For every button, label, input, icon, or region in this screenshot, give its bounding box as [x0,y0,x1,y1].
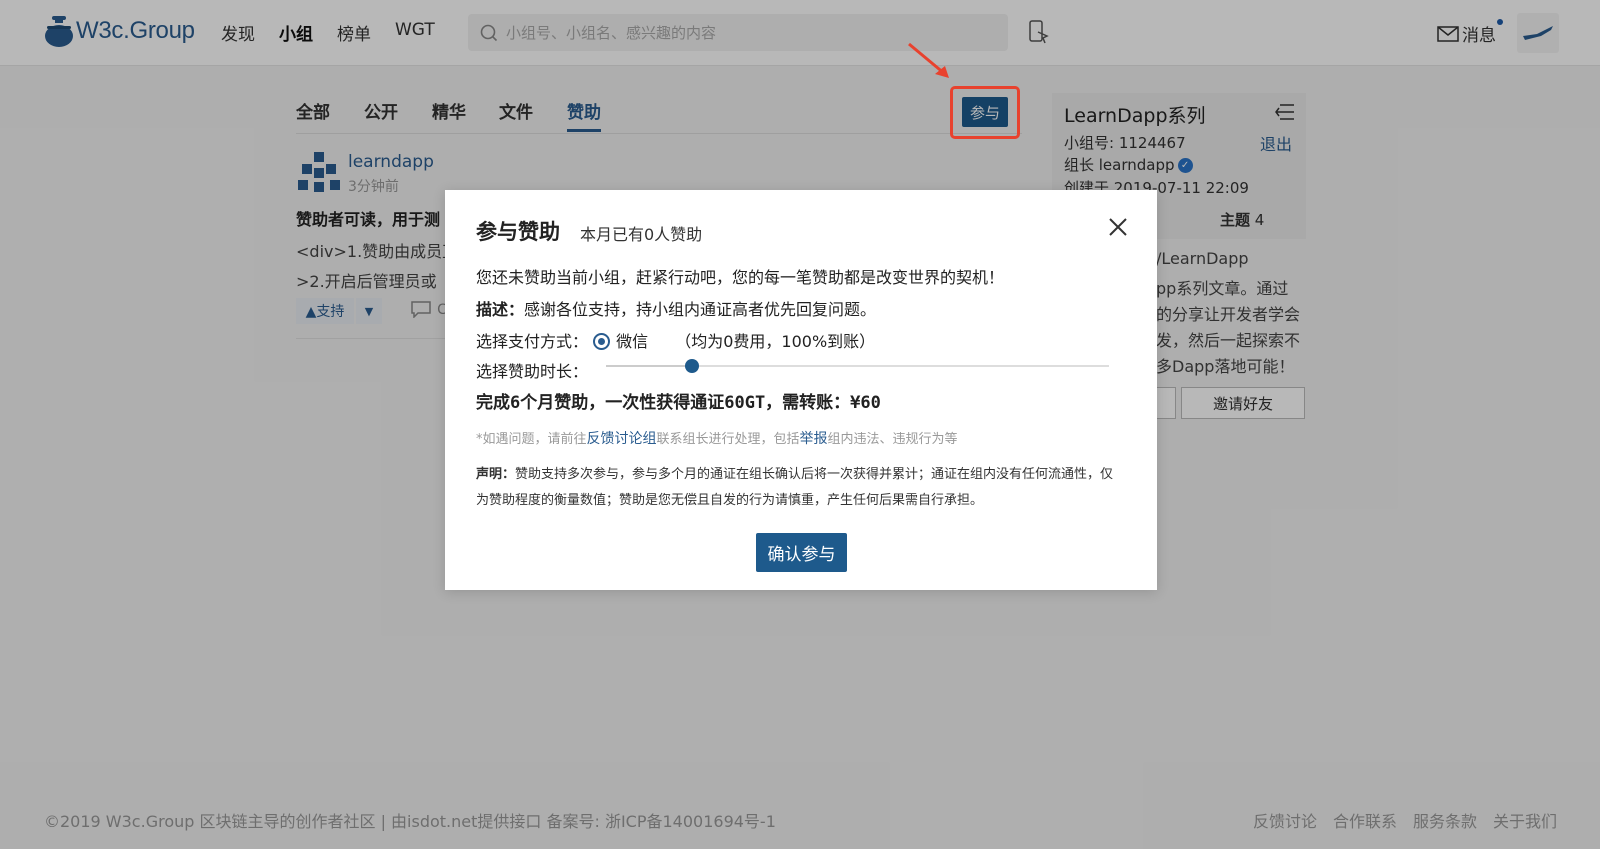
help-hint: *如遇问题，请前往反馈讨论组联系组长进行处理，包括举报组内违法、违规行为等 [476,431,958,447]
join-highlight-box [950,86,1020,139]
feedback-group-link[interactable]: 反馈讨论组 [587,431,657,447]
duration-label: 选择赞助时长： [476,362,589,381]
payment-note: （均为0费用，100%到账） [675,332,876,351]
radio-checked-icon [593,333,611,350]
dialog-title: 参与赞助 [476,220,560,244]
confirm-join-button[interactable]: 确认参与 [756,533,847,572]
sponsor-dialog: 参与赞助 本月已有0人赞助 您还未赞助当前小组，赶紧行动吧，您的每一笔赞助都是改… [445,190,1157,590]
disclaimer: 声明：赞助支持多次参与，参与多个月的通证在组长确认后将一次获得并累计；通证在组内… [476,467,1114,508]
payment-label: 选择支付方式： [476,332,589,351]
dialog-subtitle: 本月已有0人赞助 [580,225,703,244]
dialog-intro: 您还未赞助当前小组，赶紧行动吧，您的每一笔赞助都是改变世界的契机！ [476,268,1005,287]
slider-handle[interactable] [685,359,699,373]
red-arrow-icon [908,42,949,78]
dialog-description: 描述：感谢各位支持，持小组内通证高者优先回复问题。 [476,300,877,319]
payment-row: 选择支付方式： 微信 （均为0费用，100%到账） [476,328,875,352]
slider-fill [606,365,692,367]
report-link[interactable]: 举报 [800,431,828,447]
close-icon[interactable] [1107,216,1129,238]
duration-slider[interactable] [606,359,1109,373]
wechat-radio[interactable]: 微信 [593,332,648,351]
sponsor-total: 完成6个月赞助，一次性获得通证60GT，需转账：¥60 [476,393,881,413]
